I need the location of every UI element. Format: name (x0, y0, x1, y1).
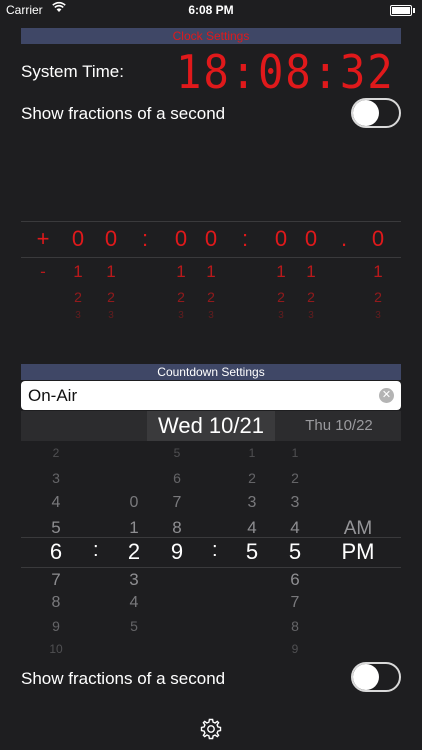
picker-selected-value: 0 (204, 226, 218, 251)
picker-value: 3 (178, 310, 184, 321)
clock-fractions-label: Show fractions of a second (21, 104, 226, 123)
picker-value: 3 (375, 310, 381, 321)
picker-value: 10 (49, 642, 63, 656)
time-separator: : (212, 539, 218, 561)
picker-value: 3 (75, 310, 81, 321)
picker-selected-value: 2 (127, 539, 141, 564)
picker-selected-value: . (340, 226, 348, 251)
picker-value: 6 (173, 470, 181, 486)
picker-value: 1 (106, 262, 116, 281)
battery-icon (390, 5, 415, 16)
picker-value: 2 (74, 289, 82, 305)
picker-selection-bottom-line (21, 567, 401, 568)
picker-value: 7 (290, 594, 300, 611)
picker-value: 5 (173, 446, 181, 460)
picker-selected-value: PM (341, 539, 375, 564)
status-time: 6:08 PM (188, 3, 234, 17)
picker-value: 4 (129, 594, 139, 611)
picker-selected-value: 0 (304, 226, 318, 251)
picker-value: 1 (206, 262, 216, 281)
picker-value: 3 (278, 310, 284, 321)
picker-value: - (40, 262, 46, 281)
picker-selected-value: : (141, 226, 149, 251)
picker-value: 0 (129, 494, 139, 511)
picker-value: AM (343, 518, 373, 539)
countdown-fractions-label: Show fractions of a second (21, 669, 226, 688)
picker-value: 1 (291, 446, 299, 460)
picker-value: 2 (107, 289, 115, 305)
picker-value: 1 (373, 262, 383, 281)
picker-value: 3 (52, 470, 60, 486)
picker-selected-value: 0 (71, 226, 85, 251)
picker-value: 4 (290, 518, 300, 537)
clock-settings-header: Clock Settings (21, 28, 401, 44)
picker-value: 4 (247, 518, 257, 537)
countdown-time-picker[interactable]: 2 3 4 5 6 7 8 9 10 0 1 2 3 4 5 5 6 7 8 9 1 2 3 4 5 1 2 3 4 5 6 7 8 9 AM PM:… (21, 446, 401, 656)
date-picker[interactable]: Wed 10/21 Thu 10/22 (21, 411, 401, 441)
picker-value: 1 (176, 262, 186, 281)
picker-value: 4 (51, 494, 61, 511)
picker-selected-value: 0 (104, 226, 118, 251)
picker-value: 1 (73, 262, 83, 281)
date-next[interactable]: Thu 10/22 (299, 411, 379, 441)
picker-value: 7 (51, 570, 61, 589)
offset-picker[interactable]: + -0 1 2 3 0 1 2 3:0 1 2 3 0 1 2 3:0 1 2 3 0 1 2 3. 0 1 2 3 (21, 218, 401, 333)
picker-value: 3 (290, 494, 300, 511)
picker-value: 3 (208, 310, 214, 321)
status-bar: Carrier 6:08 PM (0, 0, 422, 20)
countdown-settings-header: Countdown Settings (21, 364, 401, 380)
picker-value: 3 (247, 494, 257, 511)
picker-value: 1 (276, 262, 286, 281)
picker-selected-value: : (241, 226, 249, 251)
picker-value: 3 (108, 310, 114, 321)
picker-value: 2 (207, 289, 215, 305)
picker-value: 3 (308, 310, 314, 321)
gear-icon[interactable] (199, 717, 223, 741)
time-separator: : (93, 539, 99, 561)
system-time-label: System Time: (21, 62, 124, 81)
date-selected[interactable]: Wed 10/21 (147, 411, 275, 441)
picker-selected-value: 5 (245, 539, 259, 564)
clear-circle-icon[interactable]: ✕ (379, 388, 394, 403)
toggle-knob (353, 664, 379, 690)
countdown-name-input[interactable] (21, 381, 401, 410)
picker-value: 3 (129, 570, 139, 589)
picker-value: 2 (248, 470, 256, 486)
picker-selected-value: 0 (174, 226, 188, 251)
picker-selected-value: 5 (288, 539, 302, 564)
system-time-display: 18:08:32 (176, 45, 395, 99)
picker-value: 2 (291, 470, 299, 486)
toggle-knob (353, 100, 379, 126)
picker-value: 8 (51, 594, 61, 611)
picker-value: 1 (306, 262, 316, 281)
clock-fractions-toggle[interactable] (351, 98, 401, 128)
picker-selected-value: 0 (371, 226, 385, 251)
picker-value: 2 (277, 289, 285, 305)
picker-value: 1 (248, 446, 256, 460)
picker-selected-value: 0 (274, 226, 288, 251)
picker-value: 2 (177, 289, 185, 305)
picker-value: 8 (172, 518, 182, 537)
picker-selected-value: 6 (49, 539, 63, 564)
picker-selection-top-line (21, 221, 401, 222)
picker-value: 9 (291, 642, 299, 656)
picker-selection-bottom-line (21, 257, 401, 258)
countdown-fractions-toggle[interactable] (351, 662, 401, 692)
picker-value: 8 (291, 618, 299, 634)
picker-selected-value: 9 (170, 539, 184, 564)
picker-value: 2 (52, 446, 60, 460)
picker-value: 2 (307, 289, 315, 305)
picker-value: 5 (51, 518, 61, 537)
picker-value: 9 (52, 618, 60, 634)
picker-value: 5 (130, 618, 138, 634)
picker-value: 7 (172, 494, 182, 511)
picker-selected-value: + (36, 226, 50, 251)
picker-value: 2 (374, 289, 382, 305)
picker-value: 6 (290, 570, 300, 589)
picker-value: 1 (129, 518, 139, 537)
